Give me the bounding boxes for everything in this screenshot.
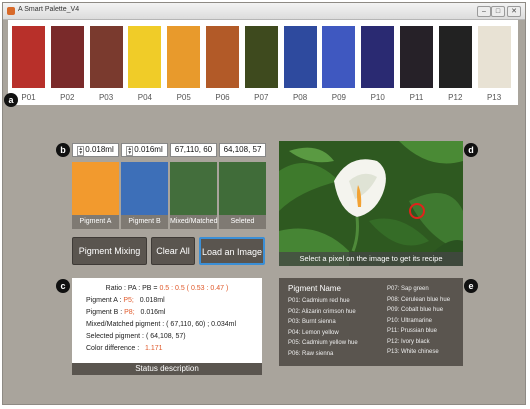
status-panel: Ratio : PA : PB = 0.5 : 0.5 ( 0.53 : 0.4… xyxy=(72,278,262,363)
close-button[interactable]: ✕ xyxy=(507,6,521,17)
badge-e: e xyxy=(464,279,478,293)
palette-label-p04: P04 xyxy=(137,93,152,102)
legend-item: P05: Cadmium yellow hue xyxy=(288,340,358,346)
palette-label-p09: P09 xyxy=(331,93,346,102)
image-caption: Select a pixel on the image to get its r… xyxy=(279,252,463,266)
palette-swatch-p05[interactable] xyxy=(167,26,201,88)
legend-item: P10: Ultramarine xyxy=(387,317,433,324)
palette-swatch-p03[interactable] xyxy=(89,26,123,88)
pigment-a-status-label: Pigment A : xyxy=(86,297,122,304)
legend-item: P01: Cadmium red hue xyxy=(288,298,350,304)
pigment-a-status-amount: 0.018ml xyxy=(139,297,165,304)
difference-value: 1.171 xyxy=(145,345,163,352)
load-image-button[interactable]: Load an Image xyxy=(199,237,265,265)
selected-swatch xyxy=(219,162,266,215)
legend-header: Pigment Name xyxy=(288,284,341,293)
minimize-button[interactable]: – xyxy=(477,6,491,17)
palette-swatch-p01[interactable] xyxy=(12,26,45,88)
ratio-line: Ratio : PA : PB = 0.5 : 0.5 ( 0.53 : 0.4… xyxy=(72,285,262,292)
pigment-palette-strip: P01 P02 P03 P04 P05 P06 P07 P08 P09 P10 P11 P12 P13 xyxy=(8,20,518,105)
status-description-bar: Status description xyxy=(72,363,262,375)
image-canvas[interactable]: Select a pixel on the image to get its r… xyxy=(279,141,463,266)
palette-swatch-p08[interactable] xyxy=(283,26,317,88)
pigment-a-label: Pigment A xyxy=(72,215,119,229)
palette-swatch-p09[interactable] xyxy=(322,26,356,88)
calla-lily-image[interactable] xyxy=(279,141,463,266)
badge-b: b xyxy=(56,143,70,157)
mixed-swatch xyxy=(170,162,217,215)
palette-label-p07: P07 xyxy=(254,93,269,102)
legend-item: P04: Lemon yellow xyxy=(288,329,339,336)
palette-label-p12: P12 xyxy=(448,93,463,102)
mixed-status-value: ( 67,110, 60) ; 0.034ml xyxy=(166,321,237,328)
selected-label: Seleted xyxy=(219,215,266,229)
pigment-b-swatch xyxy=(121,162,168,215)
title-bar: A Smart Palette_V4 – □ ✕ xyxy=(3,3,525,20)
badge-a: a xyxy=(4,93,18,107)
selected-status-value: ( 64,108, 57) xyxy=(145,333,186,340)
legend-item: P08: Cerulean blue hue xyxy=(387,296,451,303)
pigment-mixing-button[interactable]: Pigment Mixing xyxy=(72,237,147,265)
maximize-button[interactable]: □ xyxy=(491,6,505,17)
palette-swatch-p07[interactable] xyxy=(244,26,278,88)
selected-status-label: Selected pigment : xyxy=(86,333,144,340)
palette-swatch-p13[interactable] xyxy=(477,26,511,88)
window-title: A Smart Palette_V4 xyxy=(18,6,80,13)
palette-swatch-p04[interactable] xyxy=(128,26,162,88)
legend-item: P02: Alizarin crimson hue xyxy=(288,308,356,315)
badge-d: d xyxy=(464,143,478,157)
palette-label-p08: P08 xyxy=(292,93,308,102)
palette-label-p13: P13 xyxy=(486,93,502,102)
pigment-b-code: P8; xyxy=(124,309,135,316)
pigment-a-line: Pigment A : P5; 0.018ml xyxy=(72,297,276,304)
ratio-value: 0.5 : 0.5 ( 0.53 : 0.47 ) xyxy=(159,285,229,292)
legend-item: P13: White chinese xyxy=(387,349,439,355)
palette-label-p11: P11 xyxy=(409,93,424,102)
stepper-icon[interactable]: ▲ ▼ xyxy=(77,146,85,156)
palette-swatch-p06[interactable] xyxy=(206,26,239,88)
pigment-b-status-amount: 0.016ml xyxy=(140,309,166,316)
app-icon xyxy=(7,7,15,15)
palette-swatch-p11[interactable] xyxy=(400,26,433,88)
mixed-line: Mixed/Matched pigment : ( 67,110, 60) ; … xyxy=(72,321,276,328)
palette-label-p03: P03 xyxy=(98,93,114,102)
palette-swatch-p12[interactable] xyxy=(438,26,472,88)
mixed-rgb-field: 67,110, 60 xyxy=(170,143,217,157)
clear-all-button[interactable]: Clear All xyxy=(151,237,195,265)
pigment-b-label: Pigment B xyxy=(121,215,168,229)
pigment-a-amount: 0.018ml xyxy=(85,145,114,154)
palette-label-p02: P02 xyxy=(60,93,75,102)
mixed-status-label: Mixed/Matched pigment : xyxy=(86,321,165,328)
pigment-b-line: Pigment B : P8; 0.016ml xyxy=(72,309,276,316)
pigment-b-amount-field[interactable]: ▲ ▼ 0.016ml xyxy=(121,143,168,157)
mixed-label: Mixed/Matched xyxy=(170,215,217,229)
palette-label-p05: P05 xyxy=(176,93,191,102)
palette-label-p06: P06 xyxy=(215,93,230,102)
badge-c: c xyxy=(56,279,70,293)
pigment-legend-panel: Pigment Name P01: Cadmium red hue P02: Al… xyxy=(279,278,463,366)
palette-swatch-p10[interactable] xyxy=(361,26,395,88)
ratio-label: Ratio : PA : PB = xyxy=(105,285,158,292)
difference-label: Color difference : xyxy=(86,345,140,352)
legend-item: P09: Cobalt blue hue xyxy=(387,307,444,313)
legend-item: P06: Raw sienna xyxy=(288,350,334,357)
pigment-a-swatch xyxy=(72,162,119,215)
legend-item: P11: Prussian blue xyxy=(387,328,437,334)
pigment-a-amount-field[interactable]: ▲ ▼ 0.018ml xyxy=(72,143,119,157)
legend-item: P12: Ivory black xyxy=(387,338,430,345)
pigment-b-status-label: Pigment B : xyxy=(86,309,123,316)
pigment-a-code: P5; xyxy=(123,297,134,304)
selected-rgb-field: 64,108, 57 xyxy=(219,143,266,157)
legend-item: P03: Burnt sienna xyxy=(288,319,336,325)
difference-line: Color difference : 1.171 xyxy=(72,345,276,352)
selected-line: Selected pigment : ( 64,108, 57) xyxy=(72,333,276,340)
pigment-b-amount: 0.016ml xyxy=(134,145,163,154)
palette-swatch-p02[interactable] xyxy=(50,26,84,88)
stepper-icon[interactable]: ▲ ▼ xyxy=(126,146,134,156)
palette-label-p10: P10 xyxy=(370,93,385,102)
legend-item: P07: Sap green xyxy=(387,286,429,292)
